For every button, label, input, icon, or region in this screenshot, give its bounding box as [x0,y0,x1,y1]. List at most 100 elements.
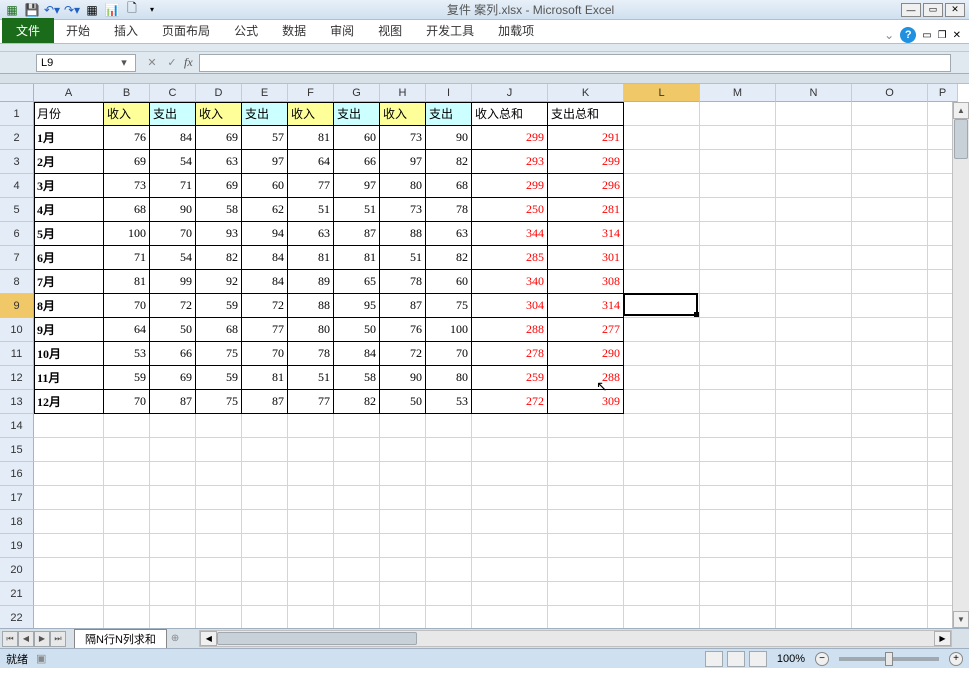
value-cell[interactable]: 99 [150,270,196,294]
value-cell[interactable]: 90 [150,198,196,222]
col-header-A[interactable]: A [34,84,104,102]
value-cell[interactable]: 75 [426,294,472,318]
value-cell[interactable]: 54 [150,246,196,270]
empty-cell[interactable] [852,246,928,270]
value-cell[interactable]: 58 [196,198,242,222]
empty-cell[interactable] [624,294,700,318]
value-cell[interactable]: 97 [334,174,380,198]
empty-cell[interactable] [700,582,776,606]
empty-cell[interactable] [426,582,472,606]
row-header-10[interactable]: 10 [0,318,34,342]
value-cell[interactable]: 51 [288,366,334,390]
empty-cell[interactable] [426,438,472,462]
value-cell[interactable]: 68 [426,174,472,198]
value-cell[interactable]: 78 [426,198,472,222]
empty-cell[interactable] [196,510,242,534]
value-cell[interactable]: 93 [196,222,242,246]
value-cell[interactable]: 100 [426,318,472,342]
empty-cell[interactable] [288,510,334,534]
empty-cell[interactable] [334,462,380,486]
sheet-tab-active[interactable]: 隔N行N列求和 [74,629,167,648]
empty-cell[interactable] [196,534,242,558]
empty-cell[interactable] [700,534,776,558]
empty-cell[interactable] [196,582,242,606]
empty-cell[interactable] [242,558,288,582]
row-header-15[interactable]: 15 [0,438,34,462]
row-header-5[interactable]: 5 [0,198,34,222]
empty-cell[interactable] [380,606,426,628]
value-cell[interactable]: 95 [334,294,380,318]
value-cell[interactable]: 80 [426,366,472,390]
total-income-cell[interactable]: 299 [472,126,548,150]
col-header-P[interactable]: P [928,84,958,102]
empty-cell[interactable] [776,390,852,414]
empty-cell[interactable] [776,102,852,126]
empty-cell[interactable] [852,510,928,534]
save-icon[interactable]: 💾 [24,2,40,18]
empty-cell[interactable] [700,174,776,198]
tab-prev-icon[interactable]: ◀ [18,631,34,647]
empty-cell[interactable] [34,606,104,628]
empty-cell[interactable] [288,486,334,510]
empty-cell[interactable] [334,534,380,558]
value-cell[interactable]: 81 [104,270,150,294]
empty-cell[interactable] [196,486,242,510]
empty-cell[interactable] [624,102,700,126]
value-cell[interactable]: 77 [242,318,288,342]
header-cell[interactable]: 收入 [196,102,242,126]
empty-cell[interactable] [776,246,852,270]
empty-cell[interactable] [776,126,852,150]
month-cell[interactable]: 7月 [34,270,104,294]
empty-cell[interactable] [852,270,928,294]
ribbon-tab-1[interactable]: 插入 [102,18,150,43]
ribbon-tab-7[interactable]: 开发工具 [414,18,486,43]
empty-cell[interactable] [776,582,852,606]
macro-record-icon[interactable]: ▣ [36,652,46,665]
empty-cell[interactable] [472,438,548,462]
scroll-down-icon[interactable]: ▼ [953,611,969,628]
empty-cell[interactable] [334,438,380,462]
empty-cell[interactable] [242,582,288,606]
value-cell[interactable]: 51 [380,246,426,270]
empty-cell[interactable] [548,462,624,486]
page-break-view-button[interactable] [749,651,767,667]
empty-cell[interactable] [548,414,624,438]
empty-cell[interactable] [288,582,334,606]
value-cell[interactable]: 69 [104,150,150,174]
row-header-6[interactable]: 6 [0,222,34,246]
value-cell[interactable]: 62 [242,198,288,222]
empty-cell[interactable] [104,534,150,558]
value-cell[interactable]: 73 [380,126,426,150]
empty-cell[interactable] [426,534,472,558]
empty-cell[interactable] [380,486,426,510]
total-expense-cell[interactable]: 277 [548,318,624,342]
value-cell[interactable]: 70 [104,390,150,414]
value-cell[interactable]: 59 [196,294,242,318]
total-expense-cell[interactable]: 288 [548,366,624,390]
zoom-out-button[interactable]: − [815,652,829,666]
row-header-16[interactable]: 16 [0,462,34,486]
value-cell[interactable]: 84 [242,270,288,294]
empty-cell[interactable] [380,534,426,558]
zoom-slider[interactable] [839,657,939,661]
empty-cell[interactable] [380,558,426,582]
total-income-cell[interactable]: 250 [472,198,548,222]
total-income-cell[interactable]: 278 [472,342,548,366]
month-cell[interactable]: 8月 [34,294,104,318]
value-cell[interactable]: 58 [334,366,380,390]
value-cell[interactable]: 81 [288,246,334,270]
value-cell[interactable]: 59 [196,366,242,390]
empty-cell[interactable] [700,246,776,270]
value-cell[interactable]: 89 [288,270,334,294]
month-cell[interactable]: 5月 [34,222,104,246]
empty-cell[interactable] [624,438,700,462]
empty-cell[interactable] [334,486,380,510]
empty-cell[interactable] [242,462,288,486]
month-cell[interactable]: 3月 [34,174,104,198]
total-income-cell[interactable]: 340 [472,270,548,294]
value-cell[interactable]: 66 [334,150,380,174]
empty-cell[interactable] [624,246,700,270]
value-cell[interactable]: 76 [380,318,426,342]
empty-cell[interactable] [34,510,104,534]
col-header-C[interactable]: C [150,84,196,102]
